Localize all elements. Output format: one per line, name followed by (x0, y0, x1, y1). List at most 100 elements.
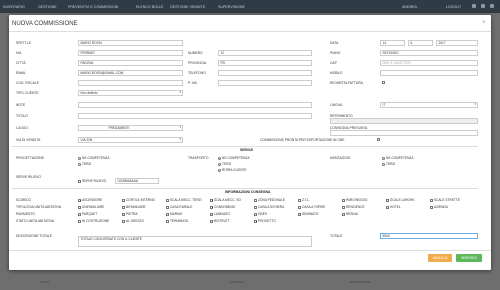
tipologia-opt-hotel[interactable]: HOTEL (386, 205, 401, 209)
pavimento-opt-marmo[interactable]: MARMO (166, 212, 182, 216)
commissione-pronta-checkbox[interactable] (377, 137, 381, 141)
numero-input[interactable]: 12 (218, 49, 312, 56)
pavimento-opt-gres[interactable]: GRES (254, 212, 267, 216)
nav-item-gestione[interactable]: GESTIONE (38, 5, 57, 9)
tipologia-label: TIPOLOGIA UNITÀ ABITATIVA (16, 205, 62, 209)
richiesta-fattura-checkbox[interactable] (382, 80, 386, 84)
montaggio-terzi-radio[interactable]: TERZI (382, 162, 395, 166)
progettazione-label: PROGETTAZIONE (16, 156, 44, 160)
tipo-cliente-label: TIPO CLIENTE (16, 91, 39, 95)
cancel-button[interactable]: ANNULLA (428, 254, 452, 262)
mobile-input[interactable] (380, 69, 478, 76)
citta-input[interactable]: PADOVA (78, 59, 183, 66)
consegna-presunta-input[interactable] (330, 130, 478, 136)
stato-opt-ristrutt[interactable]: RISTRUTT. (210, 219, 230, 223)
telefono-input[interactable] (218, 69, 312, 76)
nav-item-preventivi[interactable]: PREVENTIVI E COMMISSIONI (68, 5, 118, 9)
tipo-cliente-select[interactable]: Non definito (78, 89, 183, 96)
montaggio-ns-radio[interactable]: NS COMPETENZA (382, 156, 413, 160)
tipologia-opt-casa-rurale[interactable]: CASA RURALE (166, 205, 192, 209)
data-label: DATA (330, 41, 339, 45)
piva-label: P. IVA (188, 81, 197, 85)
scarico-opt-scale-larghe[interactable]: SCALE LARGHE (386, 198, 414, 202)
tipologia-opt-casa-torre[interactable]: CASA A TORRE (298, 205, 325, 209)
stato-opt-costruzione[interactable]: IN COSTRUZIONE (78, 219, 109, 223)
stato-opt-terminata[interactable]: TERMINATA (166, 219, 188, 223)
menu-icon[interactable] (490, 4, 494, 8)
scarico-opt-zona-pedonale[interactable]: ZONA PEDONALE (254, 198, 285, 202)
email-input[interactable]: MARIO.ROSSI@GMAIL.COM (78, 69, 183, 76)
scarico-opt-cortile[interactable]: CORTILE INTERNO (122, 198, 155, 202)
stato-opt-progetto[interactable]: PROGETTO (254, 219, 276, 223)
totale-label: TOTALE (330, 234, 343, 238)
tipologia-opt-condominio[interactable]: CONDOMINIO (210, 205, 235, 209)
tipologia-opt-residence[interactable]: RESIDENCE (342, 205, 365, 209)
pavimento-opt-laminato[interactable]: LAMINATO (210, 212, 230, 216)
trasporto-terzi-radio[interactable]: TERZI (218, 162, 231, 166)
scarico-opt-scale-strette[interactable]: SCALE STRETTE (430, 198, 460, 202)
serve-rilievo-date-input[interactable]: GG/MM/AAAA (115, 177, 159, 184)
cap-input[interactable]: MAX 5 CARATTERI (380, 59, 478, 66)
cod-fiscale-input[interactable] (78, 79, 183, 86)
riferimento-input[interactable] (330, 118, 478, 124)
via-input[interactable]: FERRARI (78, 49, 183, 56)
pavimento-opt-seminato[interactable]: SEMINATO (298, 212, 318, 216)
pavimento-opt-parquet[interactable]: PARQUET (78, 212, 97, 216)
consegna-title: INFORMAZIONI CONSEGNA (225, 190, 271, 194)
close-icon[interactable]: × (482, 20, 486, 26)
data-month-input[interactable]: 6 (408, 39, 433, 46)
settings-icon[interactable] (472, 4, 476, 8)
provincia-input[interactable]: PD (218, 59, 312, 66)
trasporto-label: TRASPORTO (188, 156, 209, 160)
nav-item-gestione-vendite[interactable]: GESTIONE VENDITE (170, 5, 205, 9)
save-button[interactable]: INSERISCI (456, 254, 482, 262)
descrizione-totale-input[interactable]: TOTALE CONCORDATO CON IL CLIENTE (78, 236, 312, 247)
tipologia-opt-unifamiliare[interactable]: UNIFAMILIARE (78, 205, 104, 209)
top-navbar: INVENTARIO GESTIONE PREVENTIVI E COMMISS… (0, 0, 500, 13)
tipologia-opt-bifamiliare[interactable]: BIFAMILIARE (122, 205, 146, 209)
note-label: NOTE (16, 103, 26, 107)
user-name[interactable]: ANDREA (402, 5, 417, 9)
stato-opt-grezzo[interactable]: AL GREZZO (122, 219, 144, 223)
serve-rilievo-checkbox[interactable]: SERVE RILIEVO (78, 179, 106, 183)
tipologia-opt-azienda[interactable]: AZIENDA (430, 205, 448, 209)
luogo-value: PREDAMENTI (108, 125, 130, 130)
serve-rilievo-label: SERVE RILIEVO (16, 175, 42, 179)
progettazione-ns-radio[interactable]: NS COMPETENZA (78, 156, 109, 160)
scarico-opt-parcheggio[interactable]: PARCHEGGIO (342, 198, 367, 202)
data-day-input[interactable]: 14 (380, 39, 405, 46)
totale-input[interactable]: 9540 (380, 233, 478, 239)
note-input[interactable] (78, 101, 312, 108)
commissione-pronta-label: COMMISSIONE PRONTA PER ESPORTAZIONE IN O… (260, 138, 345, 142)
notifications-icon[interactable] (481, 4, 485, 8)
data-year-input[interactable]: 2017 (436, 39, 478, 46)
scarico-opt-ascensore[interactable]: ASCENSORE (78, 198, 102, 202)
via-vendita-select[interactable]: VIA 22N (78, 136, 183, 143)
scarico-opt-scala-terzi[interactable]: SCALA MECC. TERZI (166, 198, 201, 202)
bg-col-descrizione: DESCRIZIONE (350, 280, 371, 284)
logout-link[interactable]: LOGOUT (446, 5, 461, 9)
lingua-select[interactable]: IT (380, 101, 478, 108)
progettazione-terzi-radio[interactable]: TERZI (78, 162, 91, 166)
titolo-input[interactable] (78, 112, 312, 119)
spettle-input[interactable]: MARIO ROSSI (78, 39, 183, 46)
trasporto-ritira-radio[interactable]: RITIRA CLIENTE (218, 168, 247, 172)
scarico-opt-ztl[interactable]: Z.T.L. (298, 198, 310, 202)
trasporto-ns-radio[interactable]: NS COMPETENZA (218, 156, 249, 160)
piano-input[interactable]: SECONDO (380, 49, 478, 56)
nav-item-elenco-bolle[interactable]: ELENCO BOLLE (136, 5, 163, 9)
pavimento-label: PAVIMENTO (16, 212, 35, 216)
nav-item-inventario[interactable]: INVENTARIO (3, 5, 25, 9)
pavimento-opt-pietra[interactable]: PIETRA (122, 212, 138, 216)
tipologia-opt-casa-schiera[interactable]: CASA A SCHIERA (254, 205, 284, 209)
via-vendita-label: VIA DI VENDITA (16, 138, 41, 142)
scarico-opt-scala-so[interactable]: SCALA MECC. SO (210, 198, 241, 202)
lingua-label: LINGUA (330, 103, 343, 107)
pavimento-opt-resina[interactable]: RESINA (342, 212, 358, 216)
via-label: VIA (16, 51, 22, 55)
bg-col-articolo: ARTICOLO (230, 280, 246, 284)
piva-input[interactable] (218, 79, 312, 86)
bg-col-stato: STATO (40, 280, 50, 284)
nav-item-supervisione[interactable]: SUPERVISIONE (218, 5, 245, 9)
luogo-select[interactable]: PREDAMENTI (78, 124, 183, 131)
